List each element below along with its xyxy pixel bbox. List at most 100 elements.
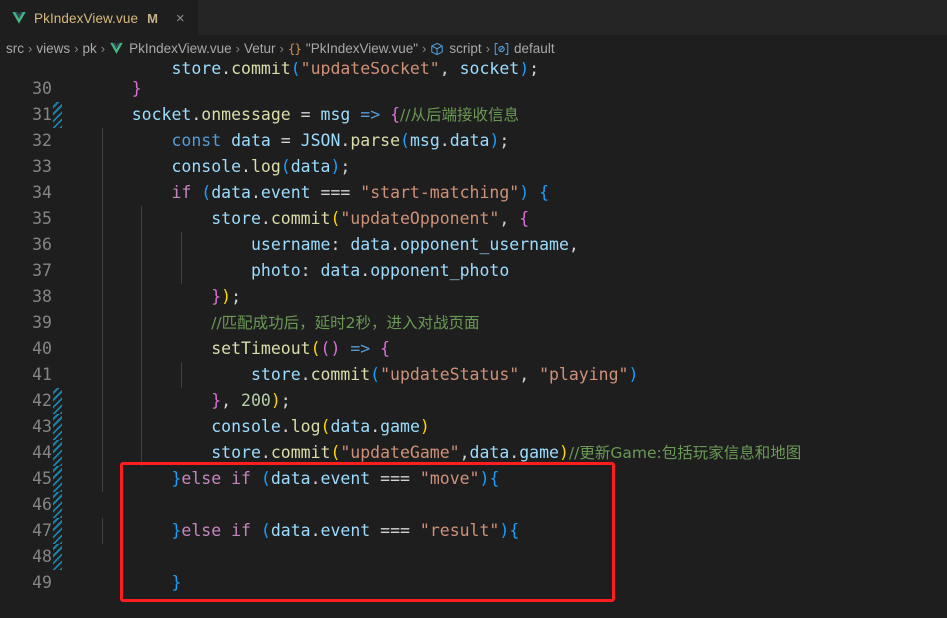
line-number[interactable]: 34: [0, 180, 52, 206]
code-token: ): [519, 62, 530, 76]
indent-guide: [101, 310, 103, 336]
code-line[interactable]: 43 console.log(data.game): [0, 414, 947, 440]
code-line[interactable]: 37 photo: data.opponent_photo: [0, 258, 947, 284]
code-token: ): [519, 183, 530, 202]
code-token: //匹配成功后，延时2秒，进入对战页面: [211, 314, 480, 332]
line-number: [0, 62, 52, 76]
breadcrumb-item-vetur[interactable]: Vetur: [241, 41, 279, 56]
code-token: .: [260, 209, 271, 228]
code-token: ): [499, 521, 510, 540]
indent-guide: [101, 206, 103, 232]
line-number[interactable]: 32: [0, 128, 52, 154]
code-token: (: [400, 131, 410, 150]
code-line-text: photo: data.opponent_photo: [62, 258, 947, 284]
code-line[interactable]: 47 }else if (data.event === "result"){: [0, 518, 947, 544]
code-token: game: [519, 443, 559, 462]
line-number[interactable]: 37: [0, 258, 52, 284]
code-line[interactable]: 33 console.log(data);: [0, 154, 947, 180]
code-line[interactable]: 41 store.commit("updateStatus", "playing…: [0, 362, 947, 388]
code-token: (: [310, 339, 321, 358]
code-line-text: }else if (data.event === "move"){: [62, 466, 947, 492]
indent-guide: [180, 232, 182, 258]
code-token: .: [250, 183, 261, 202]
line-number[interactable]: 38: [0, 284, 52, 310]
breadcrumb-item-src[interactable]: src: [3, 41, 27, 56]
code-line[interactable]: 32 const data = JSON.parse(msg.data);: [0, 128, 947, 154]
line-number[interactable]: 35: [0, 206, 52, 232]
code-line[interactable]: 39 //匹配成功后，延时2秒，进入对战页面: [0, 310, 947, 336]
code-token: data: [449, 131, 490, 150]
code-token: (: [330, 209, 341, 228]
close-icon[interactable]: ×: [173, 10, 188, 27]
code-token: (: [260, 521, 271, 540]
line-number[interactable]: 33: [0, 154, 52, 180]
code-line[interactable]: 42 }, 200);: [0, 388, 947, 414]
code-line[interactable]: 49 }: [0, 570, 947, 596]
line-number[interactable]: 41: [0, 362, 52, 388]
indent-guide: [101, 232, 103, 258]
breadcrumb-label: "PkIndexView.vue": [305, 41, 419, 56]
code-token: ): [489, 131, 500, 150]
breadcrumb-item-pkindexview-file[interactable]: PkIndexView.vue: [106, 41, 235, 56]
code-line-text: store.commit("updateSocket", socket);: [62, 62, 947, 76]
code-line[interactable]: 35 store.commit("updateOpponent", {: [0, 206, 947, 232]
code-line-text: if (data.event === "start-matching") {: [62, 180, 947, 206]
line-number[interactable]: 48: [0, 544, 52, 570]
code-token: data: [320, 261, 361, 280]
line-number[interactable]: 36: [0, 232, 52, 258]
code-line[interactable]: 44 store.commit("updateGame",data.game)/…: [0, 440, 947, 466]
code-token: (: [320, 339, 331, 358]
cube-icon: [430, 42, 444, 56]
code-line-text: console.log(data.game): [62, 414, 947, 440]
code-token: opponent_username: [400, 235, 569, 254]
line-number[interactable]: 42: [0, 388, 52, 414]
code-line[interactable]: 30 }: [0, 76, 947, 102]
line-number[interactable]: 49: [0, 570, 52, 596]
line-number[interactable]: 45: [0, 466, 52, 492]
code-line[interactable]: 45 }else if (data.event === "move"){: [0, 466, 947, 492]
indent-guide: [101, 440, 103, 466]
code-token: //更新Game:包括玩家信息和地图: [568, 444, 802, 462]
breadcrumb-item-module[interactable]: {} "PkIndexView.vue": [285, 41, 421, 56]
braces-icon: {}: [287, 41, 302, 56]
code-token: data: [211, 183, 251, 202]
breadcrumb-item-default[interactable]: default: [491, 41, 558, 56]
code-editor[interactable]: store.commit("updateSocket", socket); 30 …: [0, 62, 947, 618]
code-line-text: [62, 544, 947, 570]
diff-marker-modified: [53, 518, 62, 544]
editor-tab-pkindexview[interactable]: PkIndexView.vue M ×: [0, 0, 198, 35]
code-line[interactable]: 48: [0, 544, 947, 570]
code-line[interactable]: 38 });: [0, 284, 947, 310]
line-number[interactable]: 30: [0, 76, 52, 102]
code-line[interactable]: 31 socket.onmessage = msg => {//从后端接收信息: [0, 102, 947, 128]
code-token: JSON: [300, 131, 341, 150]
diff-marker: [53, 76, 62, 102]
breadcrumb-item-script[interactable]: script: [427, 41, 484, 56]
code-line[interactable]: 36 username: data.opponent_username,: [0, 232, 947, 258]
line-number[interactable]: 31: [0, 102, 52, 128]
tab-bar-empty-area: [197, 0, 947, 34]
code-line[interactable]: 46: [0, 492, 947, 518]
line-number[interactable]: 39: [0, 310, 52, 336]
line-number[interactable]: 44: [0, 440, 52, 466]
breadcrumb-item-pk[interactable]: pk: [79, 41, 99, 56]
code-token: ): [270, 391, 281, 410]
line-number[interactable]: 47: [0, 518, 52, 544]
line-number[interactable]: 43: [0, 414, 52, 440]
breadcrumb-label: pk: [82, 41, 97, 56]
breadcrumb-item-views[interactable]: views: [33, 41, 73, 56]
code-line[interactable]: 34 if (data.event === "start-matching") …: [0, 180, 947, 206]
line-number[interactable]: 46: [0, 492, 52, 518]
code-token: .: [390, 235, 400, 254]
code-line[interactable]: 40 setTimeout(() => {: [0, 336, 947, 362]
line-number[interactable]: 40: [0, 336, 52, 362]
